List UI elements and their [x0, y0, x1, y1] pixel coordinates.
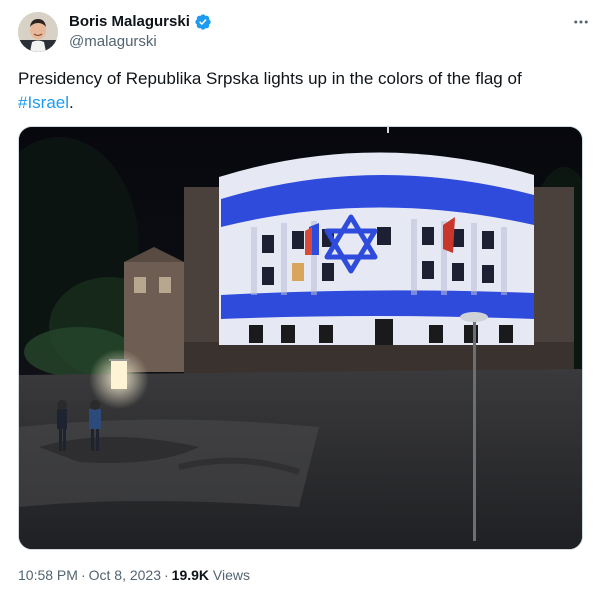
author-handle[interactable]: @malagurski: [69, 33, 212, 50]
author-names: Boris Malagurski @malagurski: [69, 11, 212, 50]
more-options-icon[interactable]: [568, 10, 594, 34]
tweet-text: Presidency of Republika Srpska lights up…: [18, 67, 588, 115]
tweet-body-text: Presidency of Republika Srpska lights up…: [18, 69, 522, 88]
tweet-photo[interactable]: [18, 126, 583, 550]
tweet-date: Oct 8, 2023: [88, 567, 161, 583]
tweet-header: Boris Malagurski @malagurski: [18, 10, 598, 54]
tweet-card: Boris Malagurski @malagurski Presidency …: [0, 0, 616, 595]
meta-separator-2: ·: [164, 567, 169, 583]
tweet-text-end: .: [69, 93, 74, 112]
verified-badge-icon[interactable]: [194, 13, 212, 31]
display-name-row: Boris Malagurski: [69, 11, 212, 32]
display-name[interactable]: Boris Malagurski: [69, 13, 190, 30]
views-count: 19.9K: [171, 567, 210, 583]
meta-separator: ·: [80, 567, 86, 583]
hashtag-link[interactable]: #Israel: [18, 93, 69, 112]
avatar-image: [18, 12, 58, 52]
tweet-meta: 10:58 PM · Oct 8, 2023 · 19.9K Views: [18, 567, 250, 583]
tweet-time: 10:58 PM: [18, 567, 78, 583]
views-label: Views: [212, 567, 251, 583]
avatar[interactable]: [18, 12, 58, 52]
building-photo-illustration: [19, 127, 582, 549]
tweet-timestamp[interactable]: 10:58 PM · Oct 8, 2023: [18, 567, 161, 583]
